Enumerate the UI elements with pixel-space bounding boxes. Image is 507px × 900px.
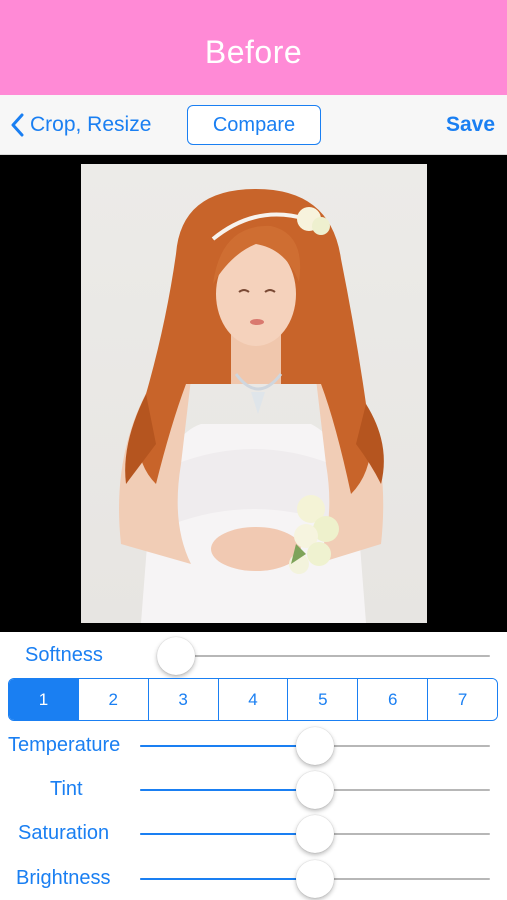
preset-segmented-control[interactable]: 1234567 <box>8 678 498 721</box>
image-canvas <box>0 155 507 632</box>
preset-segment-4[interactable]: 4 <box>218 679 289 720</box>
brightness-slider-fill <box>140 878 315 880</box>
adjustment-panel: Softness 1234567 Temperature Tint Satura… <box>0 632 507 900</box>
saturation-label: Saturation <box>18 822 110 844</box>
tint-label: Tint <box>50 778 83 800</box>
back-button-label: Crop, Resize <box>30 113 152 136</box>
softness-slider[interactable] <box>157 637 490 675</box>
saturation-slider-thumb[interactable] <box>296 815 334 853</box>
photo-preview <box>81 164 427 623</box>
preset-segment-1[interactable]: 1 <box>9 679 79 720</box>
header-bar: Before <box>0 0 507 95</box>
softness-slider-thumb[interactable] <box>157 637 195 675</box>
back-button[interactable]: Crop, Resize <box>10 107 151 143</box>
save-button[interactable]: Save <box>446 107 495 143</box>
temperature-slider-thumb[interactable] <box>296 727 334 765</box>
brightness-slider[interactable] <box>140 860 490 898</box>
portrait-image <box>119 189 384 623</box>
chevron-left-icon <box>11 113 24 137</box>
preset-segment-6[interactable]: 6 <box>358 679 429 720</box>
preset-segment-5[interactable]: 5 <box>288 679 359 720</box>
saturation-slider[interactable] <box>140 815 490 853</box>
temperature-slider[interactable] <box>140 727 490 765</box>
tint-slider[interactable] <box>140 771 490 809</box>
compare-button[interactable]: Compare <box>187 105 321 145</box>
brightness-slider-thumb[interactable] <box>296 860 334 898</box>
preset-segment-2[interactable]: 2 <box>78 679 149 720</box>
preset-segment-3[interactable]: 3 <box>148 679 219 720</box>
tint-slider-thumb[interactable] <box>296 771 334 809</box>
saturation-slider-fill <box>140 833 315 835</box>
softness-label: Softness <box>25 644 103 666</box>
tint-slider-fill <box>140 789 315 791</box>
toolbar: Crop, Resize Compare Save <box>0 95 507 155</box>
preset-segment-7[interactable]: 7 <box>428 679 497 720</box>
brightness-label: Brightness <box>16 867 111 889</box>
temperature-slider-fill <box>140 745 315 747</box>
page-title: Before <box>204 34 303 70</box>
temperature-label: Temperature <box>8 734 121 756</box>
